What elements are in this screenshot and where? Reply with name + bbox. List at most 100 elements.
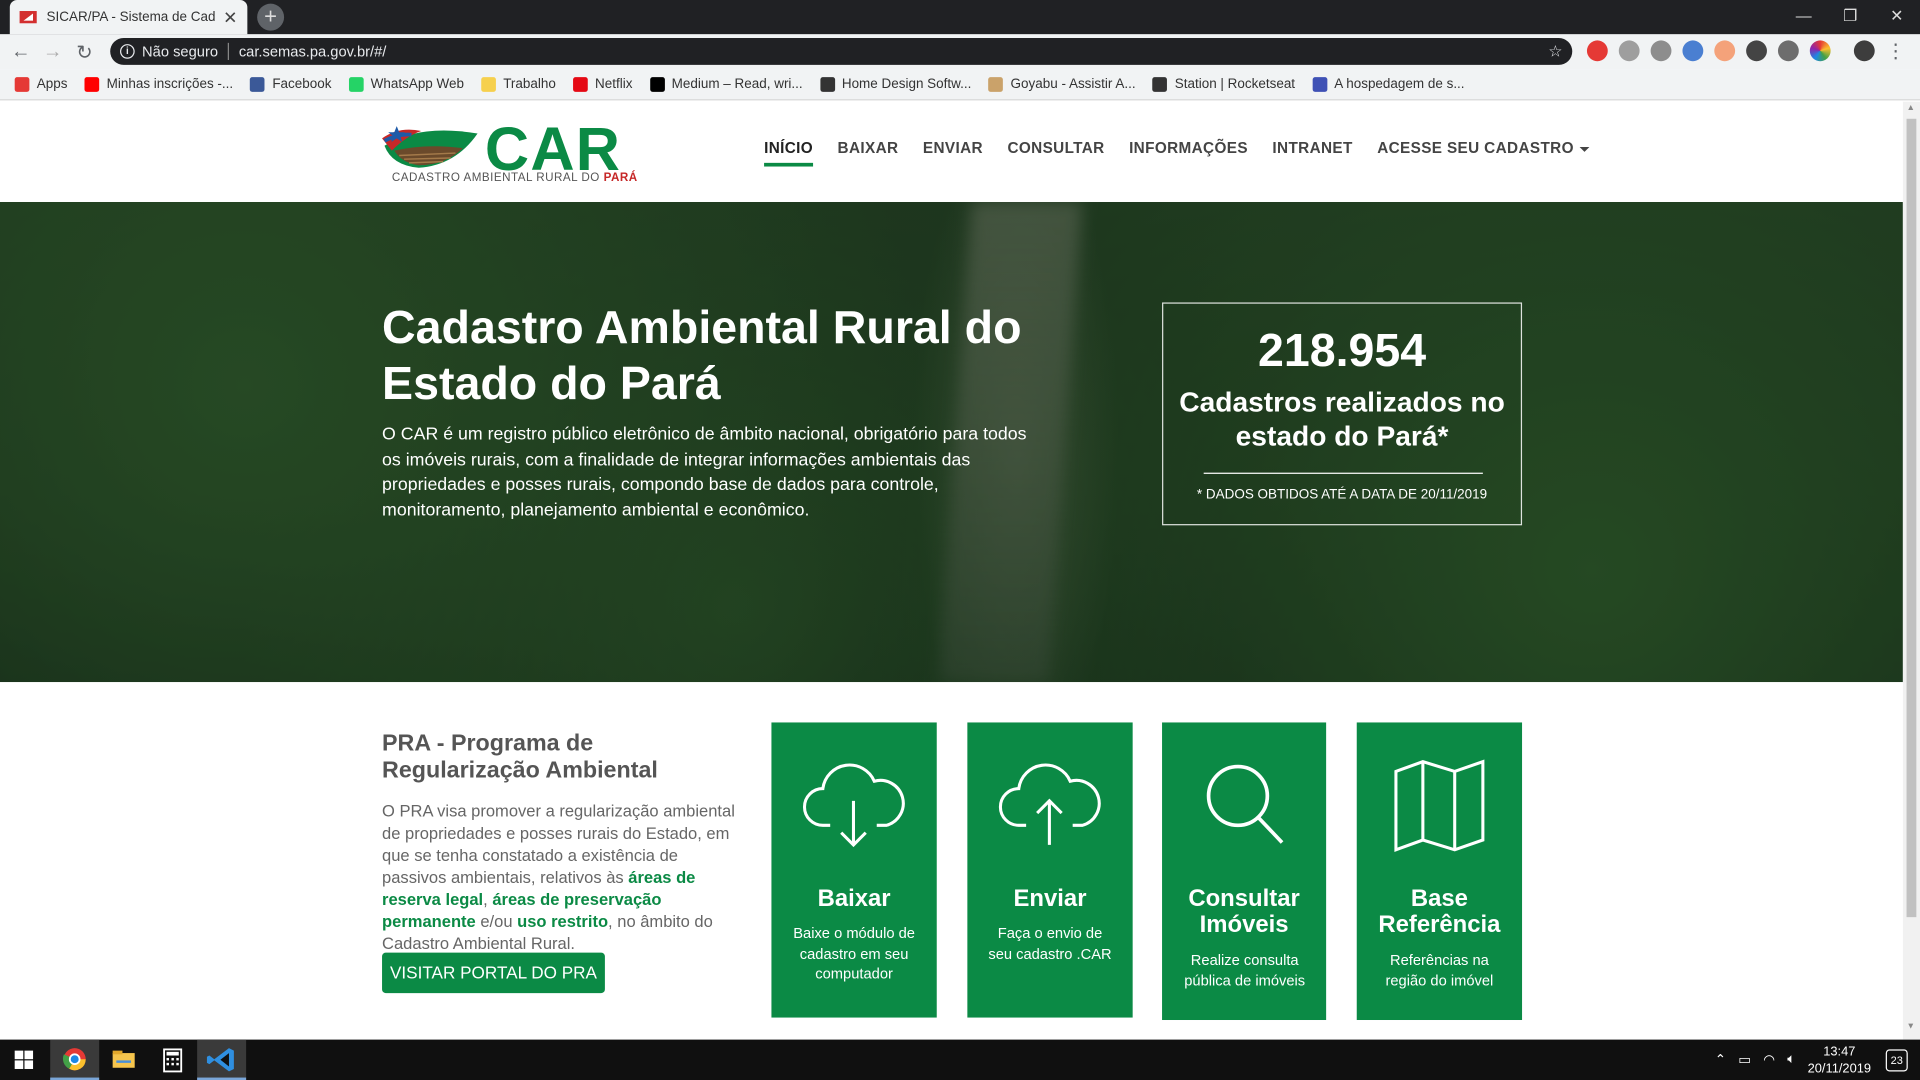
bookmark-label: Apps xyxy=(36,77,68,92)
bookmark-item[interactable]: Netflix xyxy=(573,77,632,92)
site-favicon-icon xyxy=(19,11,37,24)
hero-description: O CAR é um registro público eletrônico d… xyxy=(382,424,1027,520)
bookmark-label: Goyabu - Assistir A... xyxy=(1010,77,1136,92)
page-scrollbar[interactable]: ▲ ▼ xyxy=(1902,101,1920,1040)
bracket-extension-icon[interactable] xyxy=(1714,40,1736,62)
bookmark-item[interactable]: Goyabu - Assistir A... xyxy=(988,77,1136,92)
card-title: Consultar Imóveis xyxy=(1188,885,1300,938)
card-enviar[interactable]: Enviar Faça o envio de seu cadastro .CAR xyxy=(967,722,1133,1018)
card-title: Enviar xyxy=(1013,885,1087,913)
translate-extension-icon[interactable] xyxy=(1682,40,1704,62)
eyedropper-extension-icon[interactable] xyxy=(1777,40,1799,62)
bookmark-item[interactable]: Trabalho xyxy=(481,77,556,92)
nav-item[interactable]: ACESSE SEU CADASTRO xyxy=(1377,140,1590,167)
bookmark-item[interactable]: Station | Rocketseat xyxy=(1152,77,1295,92)
windows-start-icon[interactable] xyxy=(14,1050,34,1069)
stat-divider xyxy=(1203,472,1483,474)
new-tab-button[interactable]: + xyxy=(257,3,285,31)
bookmark-item[interactable]: Minhas inscrições -... xyxy=(84,77,234,92)
car-emblem-icon xyxy=(382,126,478,168)
registrations-count: 218.954 xyxy=(1257,325,1427,378)
cube-extension-icon[interactable] xyxy=(1746,40,1767,62)
scroll-up-icon[interactable]: ▲ xyxy=(1907,104,1915,113)
close-window-button[interactable]: ✕ xyxy=(1873,0,1920,34)
bookmark-item[interactable]: Apps xyxy=(14,77,68,92)
windows-taskbar: ⌃ ▭ ◠ 🔈︎ 13:47 20/11/2019 23 xyxy=(0,1039,1920,1080)
browser-menu-icon[interactable]: ⋮ xyxy=(1886,39,1906,63)
nav-item-label: INTRANET xyxy=(1272,139,1353,157)
calculator-taskbar-icon[interactable] xyxy=(148,1040,197,1080)
bookmark-item[interactable]: Home Design Softw... xyxy=(819,77,971,92)
uso-restrito-link[interactable]: uso restrito xyxy=(517,912,608,930)
close-tab-icon[interactable]: ✕ xyxy=(223,7,237,28)
info-icon[interactable]: i xyxy=(120,44,135,59)
reload-button[interactable]: ↻ xyxy=(69,40,101,64)
forward-button[interactable]: → xyxy=(37,41,69,63)
hero-banner: Cadastro Ambiental Rural do Estado do Pa… xyxy=(0,202,1903,683)
wifi-icon[interactable]: ◠ xyxy=(1763,1052,1775,1068)
nav-item[interactable]: INTRANET xyxy=(1272,140,1352,167)
car-logo[interactable]: CAR CADASTRO AMBIENTAL RURAL DO PARÁ xyxy=(382,115,644,188)
url-text[interactable]: car.semas.pa.gov.br/#/ xyxy=(239,43,1548,60)
bookmark-icon xyxy=(819,77,835,92)
profile-avatar[interactable] xyxy=(1853,40,1875,62)
bookmark-item[interactable]: Medium – Read, wri... xyxy=(649,77,803,92)
globe-extension-icon[interactable] xyxy=(1650,40,1672,62)
nav-item[interactable]: INFORMAÇÕES xyxy=(1129,140,1248,167)
nav-item[interactable]: BAIXAR xyxy=(838,140,899,167)
card-base-referencia[interactable]: Base Referência Referências na região do… xyxy=(1356,722,1523,1021)
bookmark-icon xyxy=(649,77,665,92)
opera-extension-icon[interactable] xyxy=(1586,40,1608,62)
map-icon xyxy=(1394,759,1485,852)
security-label: Não seguro xyxy=(142,42,219,61)
window-controls: — ❐ ✕ xyxy=(1780,0,1920,34)
bookmark-label: Netflix xyxy=(595,77,633,92)
chrome-taskbar-icon[interactable] xyxy=(50,1039,100,1080)
card-consultar-imoveis[interactable]: Consultar Imóveis Realize consulta públi… xyxy=(1162,722,1327,1021)
tab-title: SICAR/PA - Sistema de Cadastro xyxy=(46,9,216,25)
scrollbar-thumb[interactable] xyxy=(1906,118,1917,918)
file-explorer-taskbar-icon[interactable] xyxy=(99,1040,148,1080)
card-description: Realize consulta pública de imóveis xyxy=(1184,951,1306,989)
visit-pra-portal-button[interactable]: VISITAR PORTAL DO PRA xyxy=(382,952,605,994)
battery-icon[interactable]: ▭ xyxy=(1738,1052,1751,1068)
bookmark-item[interactable]: A hospedagem de s... xyxy=(1312,77,1465,92)
colorwheel-extension-icon[interactable] xyxy=(1809,40,1831,62)
bookmark-item[interactable]: Facebook xyxy=(250,77,331,92)
bookmark-item[interactable]: WhatsApp Web xyxy=(348,77,464,92)
site-header: CAR CADASTRO AMBIENTAL RURAL DO PARÁ INÍ… xyxy=(0,101,1903,203)
logo-subtitle: CADASTRO AMBIENTAL RURAL DO PARÁ xyxy=(391,171,638,185)
volume-icon[interactable]: 🔈︎ xyxy=(1787,1052,1795,1068)
nav-item[interactable]: ENVIAR xyxy=(923,140,983,167)
search-icon xyxy=(1206,764,1284,844)
notification-center-icon[interactable]: 23 xyxy=(1885,1049,1908,1072)
vscode-taskbar-icon[interactable] xyxy=(197,1039,247,1080)
nav-item[interactable]: INÍCIO xyxy=(764,140,814,167)
bookmark-star-icon[interactable]: ☆ xyxy=(1548,42,1562,62)
caret-down-icon xyxy=(1579,146,1590,152)
scroll-down-icon[interactable]: ▼ xyxy=(1907,1022,1915,1031)
bookmark-icon xyxy=(84,77,100,92)
nav-item-label: ACESSE SEU CADASTRO xyxy=(1377,139,1574,157)
vpn-extension-icon[interactable] xyxy=(1618,40,1640,62)
back-button[interactable]: ← xyxy=(5,41,37,63)
browser-toolbar: ← → ↻ i Não seguro car.semas.pa.gov.br/#… xyxy=(0,34,1920,70)
bookmark-icon xyxy=(1312,77,1327,92)
pra-description: O PRA visa promover a regularização ambi… xyxy=(382,802,735,953)
taskbar-clock[interactable]: 13:47 20/11/2019 xyxy=(1808,1043,1871,1077)
bookmark-icon xyxy=(14,77,30,92)
card-baixar[interactable]: Baixar Baixe o módulo de cadastro em seu… xyxy=(771,722,937,1018)
nav-item[interactable]: CONSULTAR xyxy=(1007,140,1104,167)
extension-icons xyxy=(1586,40,1875,62)
bookmark-label: Trabalho xyxy=(503,77,556,92)
bookmarks-bar: Apps Minhas inscrições -... Facebook WhatsA… xyxy=(0,69,1920,101)
chevron-up-icon[interactable]: ⌃ xyxy=(1715,1052,1726,1068)
address-bar[interactable]: i Não seguro car.semas.pa.gov.br/#/ ☆ xyxy=(110,37,1573,65)
minimize-button[interactable]: — xyxy=(1780,0,1827,34)
restore-button[interactable]: ❐ xyxy=(1827,0,1874,34)
bookmark-label: A hospedagem de s... xyxy=(1334,77,1465,92)
browser-tab[interactable]: SICAR/PA - Sistema de Cadastro ✕ xyxy=(9,0,248,35)
bookmark-icon xyxy=(1152,77,1168,92)
bookmark-label: Minhas inscrições -... xyxy=(106,77,234,92)
browser-tab-strip: SICAR/PA - Sistema de Cadastro ✕ + — ❐ ✕ xyxy=(0,0,1920,35)
